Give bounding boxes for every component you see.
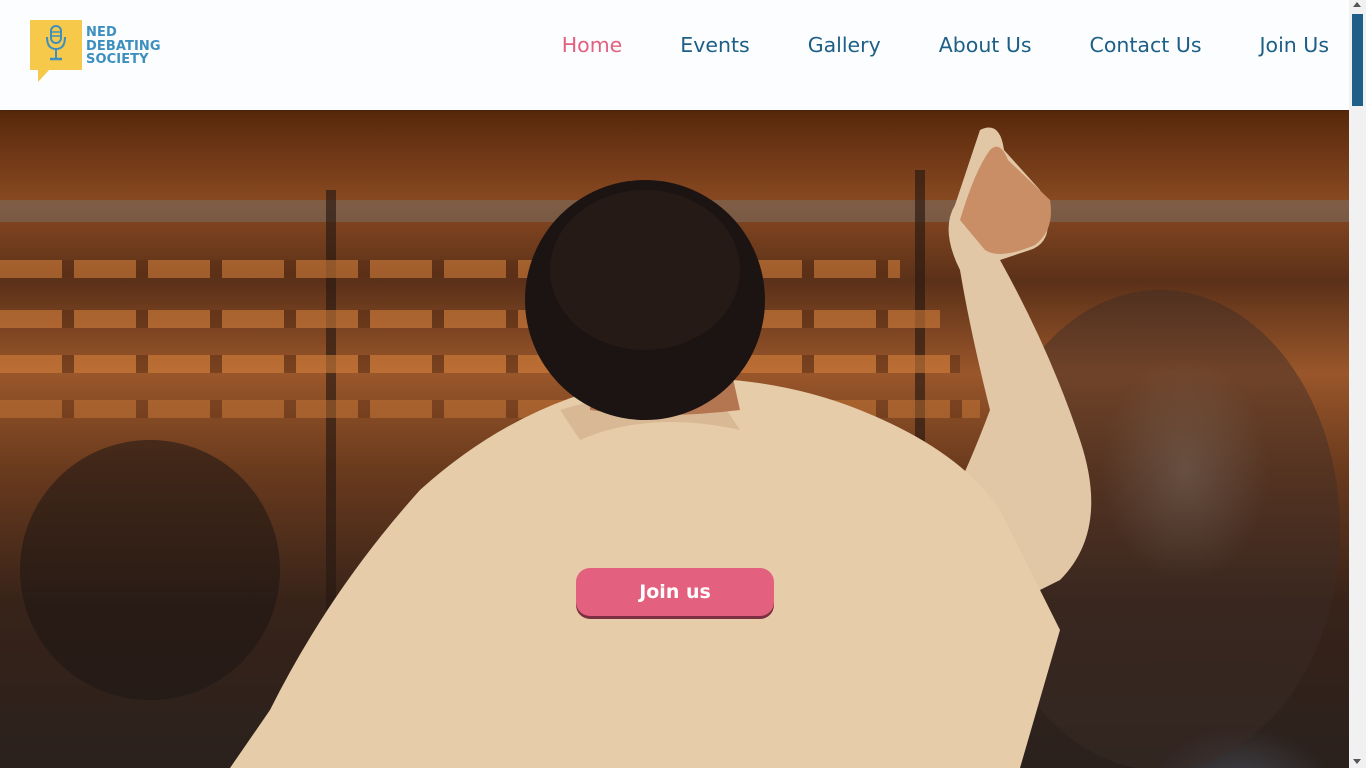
speech-bubble-tail [38,69,50,82]
logo-wordmark: NED DEBATING SOCIETY [86,26,161,67]
logo-line: DEBATING [86,38,161,54]
page: NED DEBATING SOCIETY Home Events Gallery… [0,0,1366,768]
microphone-icon [46,25,66,61]
logo-line: NED [86,25,117,40]
hero-speaker-figure [230,127,1092,768]
hero-banner: Join us [0,110,1349,768]
page-scrollbar[interactable] [1349,0,1366,768]
logo-line: SOCIETY [86,52,149,67]
join-us-button[interactable]: Join us [576,568,774,616]
nav-link-home[interactable]: Home [562,33,623,57]
nav-link-gallery[interactable]: Gallery [808,33,881,57]
scroll-up-arrow-icon[interactable] [1353,2,1361,7]
nav-link-events[interactable]: Events [680,33,749,57]
main-nav: Home Events Gallery About Us Contact Us … [504,33,1329,57]
site-header: NED DEBATING SOCIETY Home Events Gallery… [0,0,1349,110]
nav-link-join-us[interactable]: Join Us [1260,33,1329,57]
scrollbar-thumb[interactable] [1352,14,1363,106]
scroll-down-arrow-icon[interactable] [1353,759,1361,764]
nav-link-contact-us[interactable]: Contact Us [1090,33,1202,57]
site-logo[interactable]: NED DEBATING SOCIETY [30,20,161,82]
nav-link-about-us[interactable]: About Us [939,33,1032,57]
logo-mark [30,20,82,82]
